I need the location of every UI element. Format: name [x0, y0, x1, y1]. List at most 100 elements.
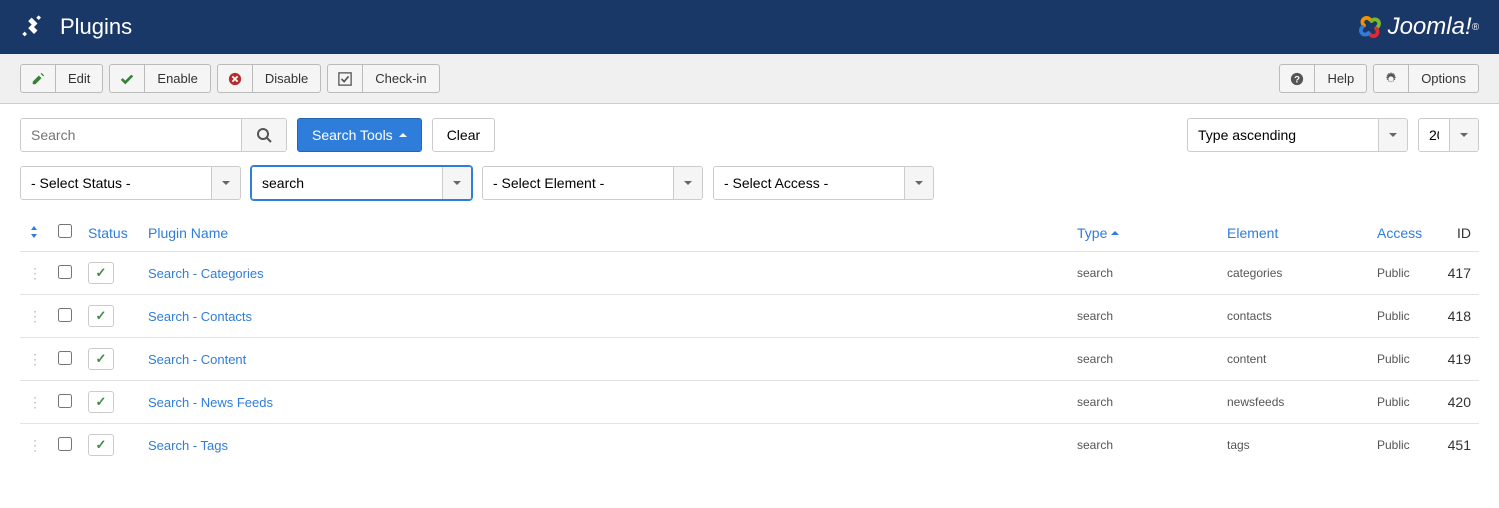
- checkbox-icon: [338, 72, 352, 86]
- status-toggle[interactable]: ✓: [88, 434, 114, 456]
- x-circle-icon: [228, 72, 242, 86]
- plugin-link[interactable]: Search - Contacts: [148, 309, 252, 324]
- col-order[interactable]: [28, 226, 40, 238]
- options-button[interactable]: Options: [1373, 64, 1479, 93]
- cell-type: search: [1069, 424, 1219, 467]
- cell-type: search: [1069, 381, 1219, 424]
- cell-type: search: [1069, 295, 1219, 338]
- status-toggle[interactable]: ✓: [88, 348, 114, 370]
- svg-text:?: ?: [1295, 74, 1301, 85]
- col-element[interactable]: Element: [1227, 225, 1278, 241]
- edit-button[interactable]: Edit: [20, 64, 103, 93]
- row-checkbox[interactable]: [58, 308, 72, 322]
- cell-access: Public: [1369, 252, 1439, 295]
- cell-element: categories: [1219, 252, 1369, 295]
- filter-access[interactable]: [713, 166, 934, 200]
- cell-id: 417: [1439, 252, 1479, 295]
- toolbar: Edit Enable Disable Check-in ? Help Opti…: [0, 54, 1499, 104]
- page-title: Plugins: [60, 14, 132, 40]
- check-icon: ✓: [96, 437, 107, 453]
- cell-element: contacts: [1219, 295, 1369, 338]
- checkin-button[interactable]: Check-in: [327, 64, 439, 93]
- plugin-link[interactable]: Search - Content: [148, 352, 246, 367]
- filter-status[interactable]: [20, 166, 241, 200]
- header-left: Plugins: [20, 13, 132, 41]
- plug-icon: [20, 13, 48, 41]
- check-icon: [120, 72, 134, 86]
- chevron-down-icon: [211, 167, 240, 199]
- cell-element: newsfeeds: [1219, 381, 1369, 424]
- table-row: ⋮ ✓ Search - Content searchcontentPublic419: [20, 338, 1479, 381]
- plugin-link[interactable]: Search - Tags: [148, 438, 228, 453]
- plugins-table: Status Plugin Name Type Element Access I…: [0, 214, 1499, 486]
- cell-id: 418: [1439, 295, 1479, 338]
- check-icon: ✓: [96, 351, 107, 367]
- cell-access: Public: [1369, 424, 1439, 467]
- check-icon: ✓: [96, 394, 107, 410]
- chevron-down-icon: [442, 167, 471, 199]
- search-input[interactable]: [21, 119, 241, 151]
- status-toggle[interactable]: ✓: [88, 262, 114, 284]
- cell-id: 420: [1439, 381, 1479, 424]
- drag-handle-icon[interactable]: ⋮: [28, 394, 42, 410]
- cell-access: Public: [1369, 381, 1439, 424]
- cell-type: search: [1069, 252, 1219, 295]
- sort-select[interactable]: [1187, 118, 1408, 152]
- status-toggle[interactable]: ✓: [88, 391, 114, 413]
- col-status[interactable]: Status: [88, 225, 128, 241]
- cell-id: 451: [1439, 424, 1479, 467]
- search-submit-button[interactable]: [241, 119, 286, 151]
- cell-access: Public: [1369, 338, 1439, 381]
- cell-type: search: [1069, 338, 1219, 381]
- brand-reg: ®: [1472, 22, 1479, 33]
- caret-up-icon: [399, 133, 407, 137]
- col-id[interactable]: ID: [1457, 225, 1471, 241]
- col-name[interactable]: Plugin Name: [148, 225, 228, 241]
- question-icon: ?: [1290, 72, 1304, 86]
- joomla-logo[interactable]: Joomla!®: [1352, 9, 1479, 45]
- cell-access: Public: [1369, 295, 1439, 338]
- col-access[interactable]: Access: [1377, 225, 1422, 241]
- row-checkbox[interactable]: [58, 351, 72, 365]
- drag-handle-icon[interactable]: ⋮: [28, 437, 42, 453]
- chevron-down-icon: [1378, 119, 1407, 151]
- sort-asc-icon: [1111, 231, 1119, 235]
- search-tools-button[interactable]: Search Tools: [297, 118, 422, 152]
- select-all-checkbox[interactable]: [58, 224, 72, 238]
- chevron-down-icon: [904, 167, 933, 199]
- search-bar: Search Tools Clear: [0, 104, 1499, 166]
- plugin-link[interactable]: Search - Categories: [148, 266, 264, 281]
- joomla-icon: [1352, 9, 1388, 45]
- search-controls-right: [1187, 118, 1479, 152]
- chevron-down-icon: [1449, 119, 1478, 151]
- cell-element: tags: [1219, 424, 1369, 467]
- drag-handle-icon[interactable]: ⋮: [28, 265, 42, 281]
- toolbar-left: Edit Enable Disable Check-in: [20, 64, 440, 93]
- pencil-icon: [31, 72, 45, 86]
- drag-handle-icon[interactable]: ⋮: [28, 351, 42, 367]
- cell-id: 419: [1439, 338, 1479, 381]
- limit-select[interactable]: [1418, 118, 1479, 152]
- check-icon: ✓: [96, 308, 107, 324]
- filter-element[interactable]: [482, 166, 703, 200]
- row-checkbox[interactable]: [58, 394, 72, 408]
- clear-button[interactable]: Clear: [432, 118, 495, 152]
- status-toggle[interactable]: ✓: [88, 305, 114, 327]
- filter-type[interactable]: [251, 166, 472, 200]
- search-field-wrap: [20, 118, 287, 152]
- filter-row: [0, 166, 1499, 214]
- enable-button[interactable]: Enable: [109, 64, 210, 93]
- row-checkbox[interactable]: [58, 265, 72, 279]
- table-row: ⋮ ✓ Search - News Feeds searchnewsfeedsPubl…: [20, 381, 1479, 424]
- brand-text: Joomla!: [1388, 13, 1472, 41]
- disable-button[interactable]: Disable: [217, 64, 321, 93]
- page-header: Plugins Joomla!®: [0, 0, 1499, 54]
- row-checkbox[interactable]: [58, 437, 72, 451]
- col-type[interactable]: Type: [1077, 225, 1107, 241]
- chevron-down-icon: [673, 167, 702, 199]
- cell-element: content: [1219, 338, 1369, 381]
- help-button[interactable]: ? Help: [1279, 64, 1367, 93]
- drag-handle-icon[interactable]: ⋮: [28, 308, 42, 324]
- plugin-link[interactable]: Search - News Feeds: [148, 395, 273, 410]
- toolbar-right: ? Help Options: [1279, 64, 1479, 93]
